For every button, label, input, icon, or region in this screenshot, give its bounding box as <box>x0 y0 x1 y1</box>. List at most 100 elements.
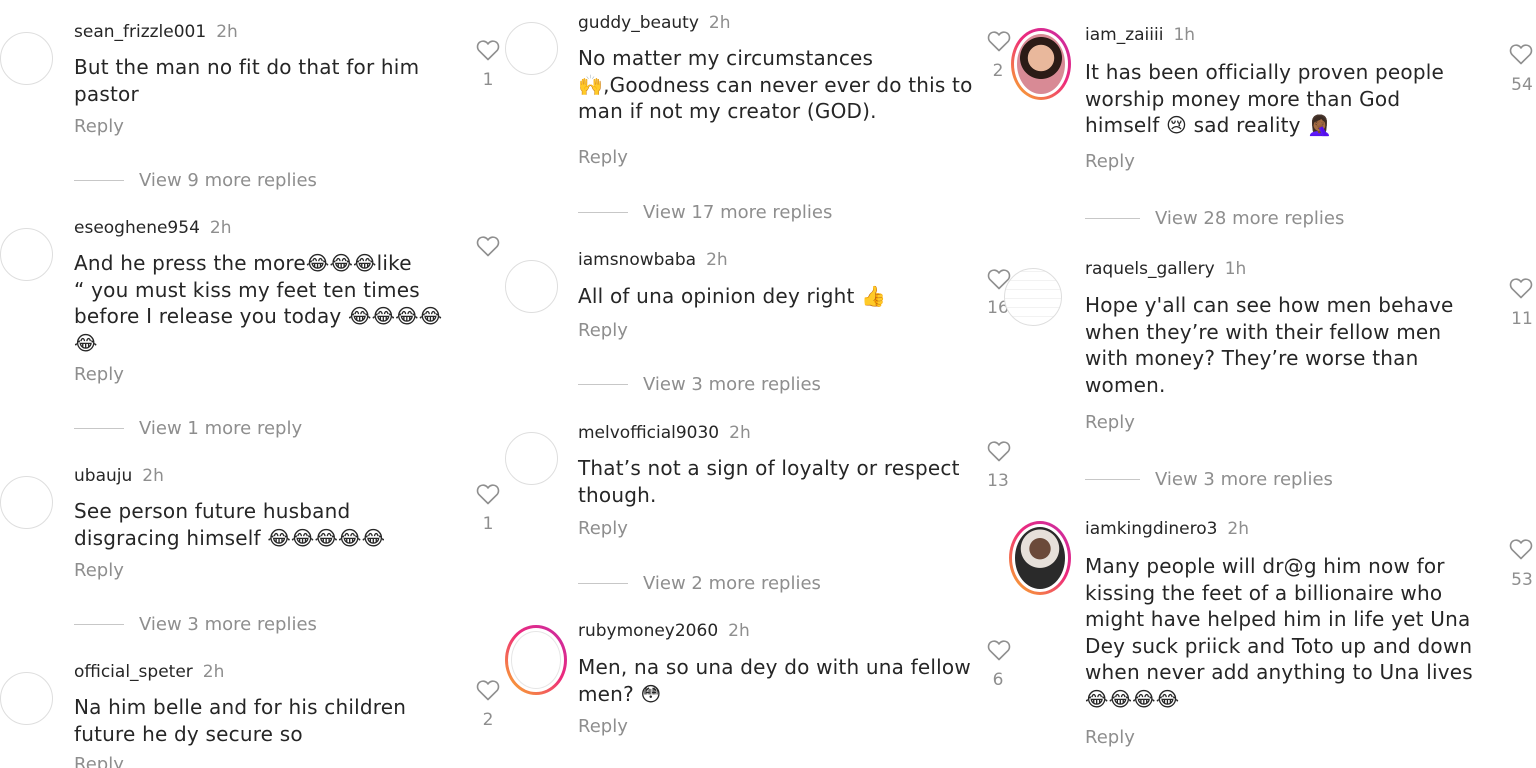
avatar[interactable] <box>0 476 53 529</box>
comment-line: when never add anything to Una lives <box>1085 660 1473 684</box>
reply-button[interactable]: Reply <box>1085 412 1135 433</box>
comment-line: It has been officially proven people <box>1085 60 1445 84</box>
avatar-story-ring[interactable] <box>505 625 567 695</box>
heart-icon[interactable] <box>476 483 500 505</box>
like-count: 53 <box>1511 570 1533 590</box>
comment-username[interactable]: sean_frizzle001 2h <box>74 22 238 42</box>
comment-username[interactable]: melvofficial9030 2h <box>578 423 751 443</box>
heart-icon[interactable] <box>987 440 1011 462</box>
comment-text: Hope y'all can see how men behave when t… <box>1085 292 1454 398</box>
like-count: 13 <box>987 471 1009 491</box>
username-text[interactable]: melvofficial9030 <box>578 423 719 443</box>
comment-username[interactable]: iamsnowbaba 2h <box>578 250 728 270</box>
comment-username[interactable]: eseoghene954 2h <box>74 218 231 238</box>
view-more-replies[interactable]: View 28 more replies <box>1085 208 1344 229</box>
reply-button[interactable]: Reply <box>578 716 628 737</box>
view-more-replies[interactable]: View 1 more reply <box>74 418 302 439</box>
avatar-ring-inner <box>1012 524 1068 592</box>
comment-line: Hope y'all can see how men behave <box>1085 293 1454 317</box>
avatar[interactable] <box>0 32 53 85</box>
reply-button[interactable]: Reply <box>74 116 124 137</box>
divider-line <box>578 384 628 385</box>
comment-line: See person future husband <box>74 499 351 523</box>
comment-time: 1h <box>1173 25 1196 45</box>
comment-username[interactable]: official_speter 2h <box>74 662 224 682</box>
reply-button[interactable]: Reply <box>578 518 628 539</box>
view-more-label[interactable]: View 3 more replies <box>139 614 317 635</box>
comment-text: Men, na so una dey do with una fellow me… <box>578 654 971 707</box>
divider-line <box>1085 218 1140 219</box>
view-more-replies[interactable]: View 3 more replies <box>74 614 317 635</box>
avatar[interactable] <box>0 228 53 281</box>
view-more-label[interactable]: View 3 more replies <box>643 374 821 395</box>
view-more-label[interactable]: View 17 more replies <box>643 202 832 223</box>
comment-line: Dey suck priick and Toto up and down <box>1085 633 1473 658</box>
view-more-label[interactable]: View 1 more reply <box>139 418 302 439</box>
comment-text: And he press the more😂😂😂like “ you must … <box>74 250 442 356</box>
avatar[interactable] <box>505 432 558 485</box>
username-text[interactable]: official_speter <box>74 662 193 682</box>
comment-time: 2h <box>728 621 750 641</box>
view-more-replies[interactable]: View 2 more replies <box>578 573 821 594</box>
reply-button[interactable]: Reply <box>74 754 124 768</box>
like-count: 54 <box>1511 75 1533 95</box>
comment-line: 😂 <box>74 330 98 355</box>
view-more-replies[interactable]: View 9 more replies <box>74 170 317 191</box>
avatar[interactable] <box>0 672 53 725</box>
view-more-replies[interactable]: View 17 more replies <box>578 202 832 223</box>
reply-button[interactable]: Reply <box>1085 727 1135 748</box>
comment-username[interactable]: guddy_beauty 2h <box>578 13 730 33</box>
like-count: 1 <box>482 70 494 90</box>
comment-text: No matter my circumstances 🙌,Goodness ca… <box>578 45 973 125</box>
heart-icon[interactable] <box>476 679 500 701</box>
comment-username[interactable]: iamkingdinero3 2h <box>1085 519 1249 539</box>
comment-line: though. <box>578 482 657 507</box>
username-text[interactable]: raquels_gallery <box>1085 259 1215 279</box>
view-more-label[interactable]: View 3 more replies <box>1155 469 1333 490</box>
view-more-label[interactable]: View 9 more replies <box>139 170 317 191</box>
reply-button[interactable]: Reply <box>74 560 124 581</box>
divider-line <box>578 212 628 213</box>
username-text[interactable]: eseoghene954 <box>74 218 200 238</box>
heart-icon[interactable] <box>987 639 1011 661</box>
comment-line: “ you must kiss my feet ten times <box>74 277 420 302</box>
username-text[interactable]: iamkingdinero3 <box>1085 519 1217 539</box>
username-text[interactable]: sean_frizzle001 <box>74 22 206 42</box>
comment-username[interactable]: iam_zaiiii 1h <box>1085 25 1195 45</box>
comment-line: might have helped him in life yet Una <box>1085 607 1471 631</box>
reply-button[interactable]: Reply <box>74 364 124 385</box>
comment-line: 🙌,Goodness can never ever do this to <box>578 72 973 97</box>
comment-line: disgracing himself 😂😂😂😂😂 <box>74 525 386 550</box>
view-more-replies[interactable]: View 3 more replies <box>578 374 821 395</box>
heart-icon[interactable] <box>1509 538 1533 560</box>
comment-line: men? 😳 <box>578 681 662 706</box>
comment-line: Many people will dr@g him now for <box>1085 554 1445 578</box>
heart-icon[interactable] <box>1509 43 1533 65</box>
avatar-story-ring[interactable] <box>1011 28 1071 100</box>
heart-icon[interactable] <box>987 30 1011 52</box>
username-text[interactable]: guddy_beauty <box>578 13 699 33</box>
comment-line: And he press the more😂😂😂like <box>74 251 412 275</box>
heart-icon[interactable] <box>476 39 500 61</box>
profile-photo <box>1015 527 1065 589</box>
comment-line: himself 😢 sad reality 🤦🏾‍♀️ <box>1085 113 1333 137</box>
heart-icon[interactable] <box>1509 277 1533 299</box>
comment-username[interactable]: rubymoney2060 2h <box>578 621 750 641</box>
comment-username[interactable]: ubauju 2h <box>74 466 164 486</box>
username-text[interactable]: iam_zaiiii <box>1085 25 1163 45</box>
view-more-replies[interactable]: View 3 more replies <box>1085 469 1333 490</box>
avatar[interactable] <box>505 260 558 313</box>
username-text[interactable]: rubymoney2060 <box>578 621 718 641</box>
username-text[interactable]: ubauju <box>74 466 132 486</box>
view-more-label[interactable]: View 28 more replies <box>1155 208 1344 229</box>
view-more-label[interactable]: View 2 more replies <box>643 573 821 594</box>
avatar-story-ring[interactable] <box>1009 521 1071 595</box>
username-text[interactable]: iamsnowbaba <box>578 250 696 270</box>
avatar[interactable] <box>505 22 558 75</box>
reply-button[interactable]: Reply <box>1085 151 1135 172</box>
reply-button[interactable]: Reply <box>578 147 628 168</box>
heart-icon[interactable] <box>476 235 500 257</box>
avatar[interactable] <box>1004 268 1062 326</box>
reply-button[interactable]: Reply <box>578 320 628 341</box>
comment-username[interactable]: raquels_gallery 1h <box>1085 259 1246 279</box>
